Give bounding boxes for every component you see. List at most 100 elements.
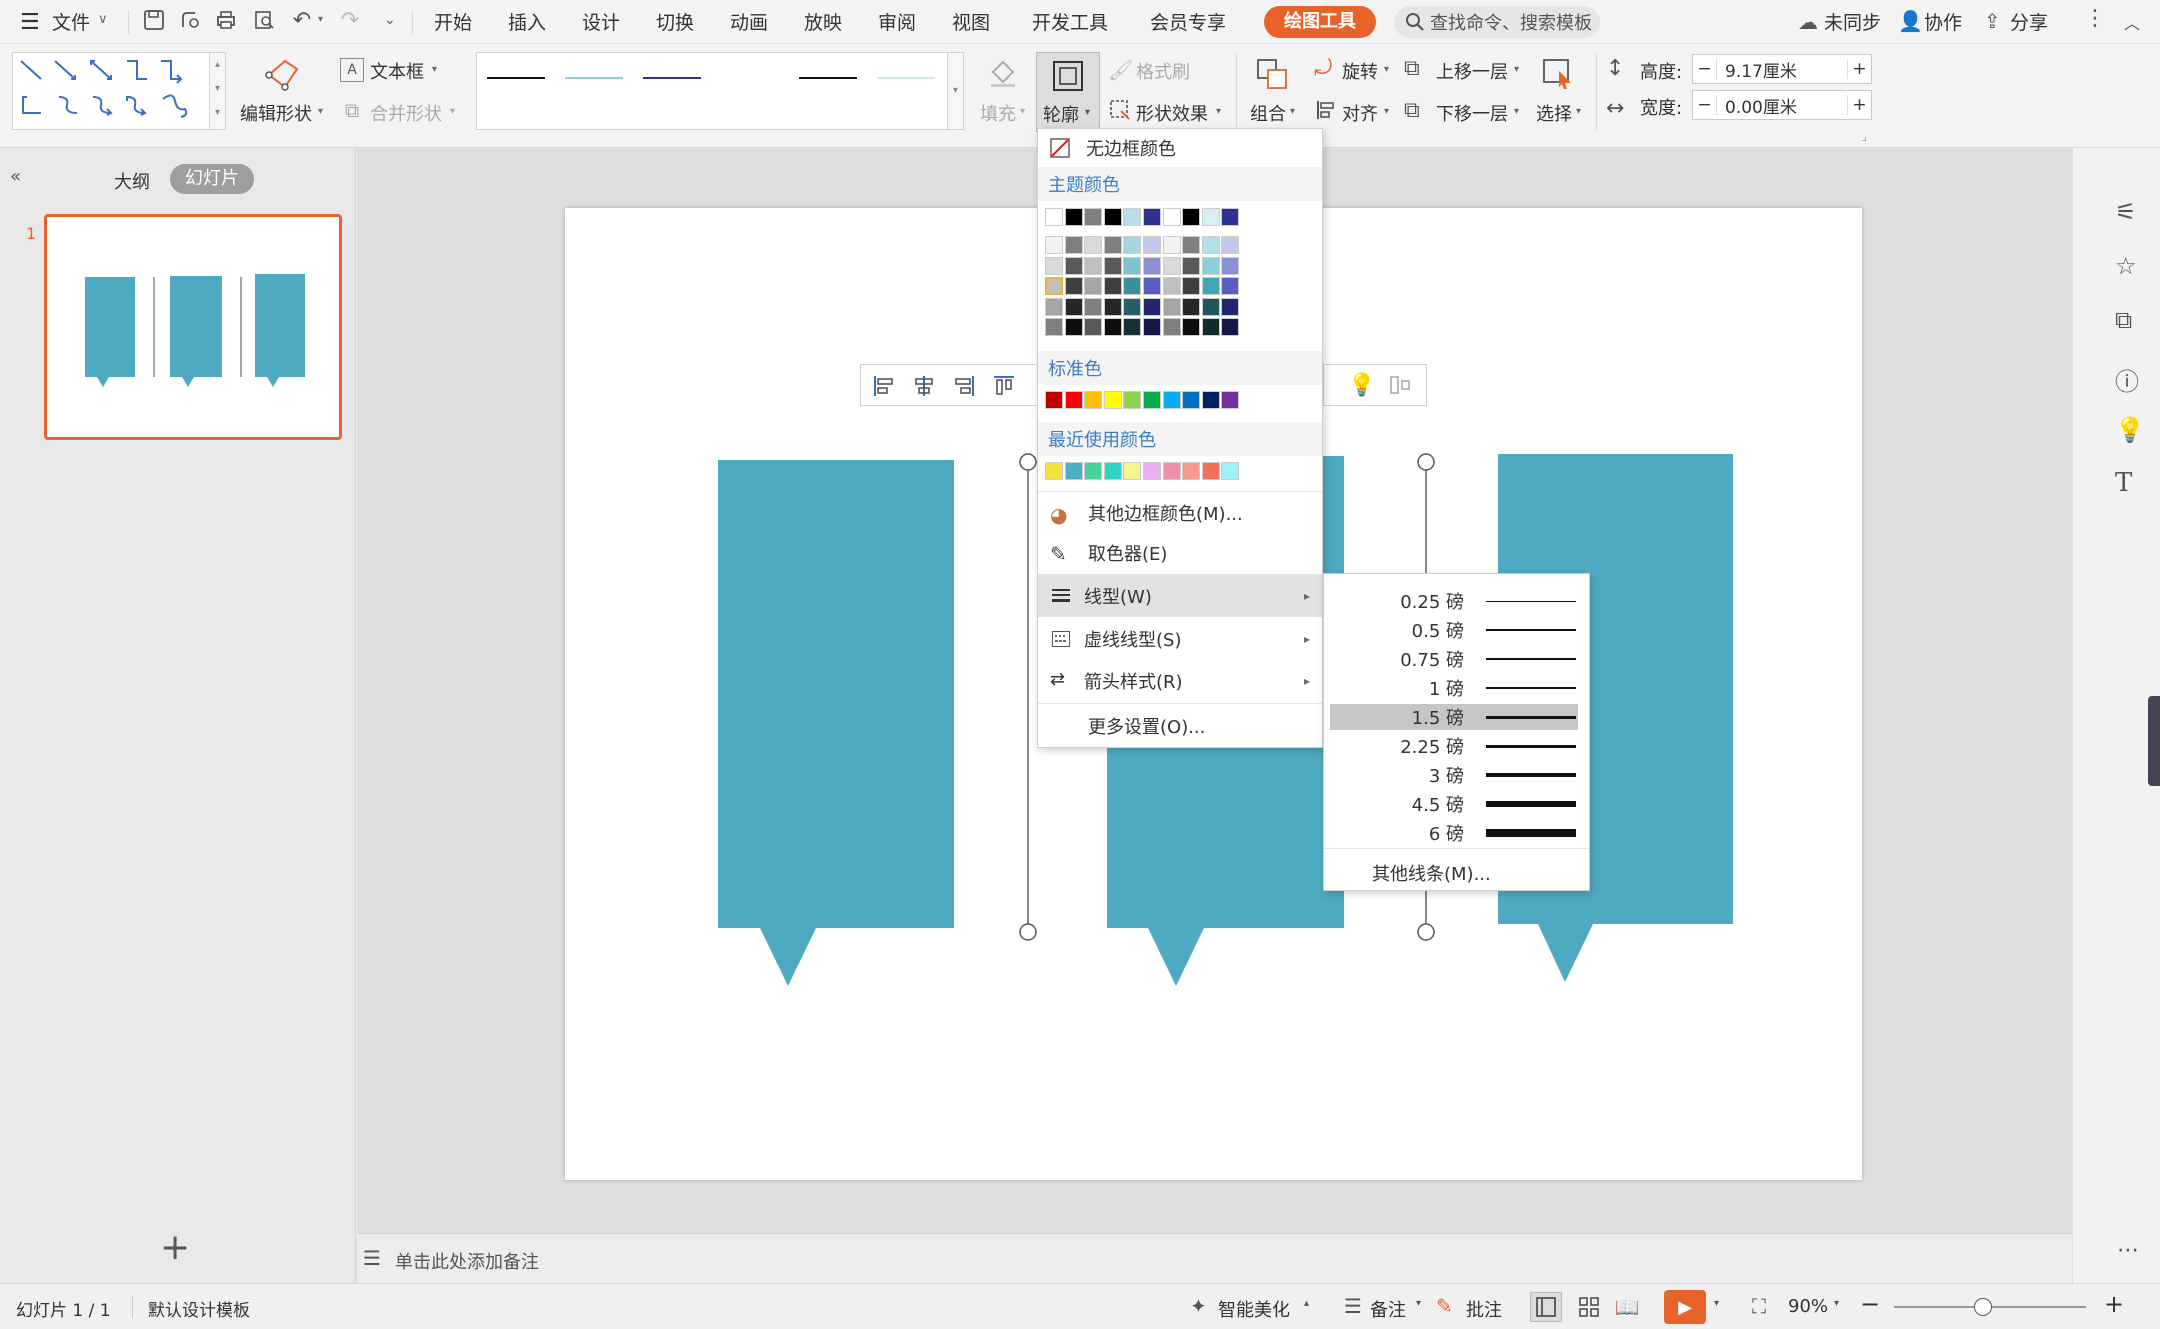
group-icon[interactable] (1254, 56, 1290, 92)
standard-color-swatch[interactable] (1064, 391, 1083, 409)
collapse-panel-icon[interactable]: « (10, 166, 21, 187)
theme-color-swatch[interactable] (1182, 277, 1201, 295)
tab-design[interactable]: 设计 (582, 8, 620, 35)
bring-forward-icon[interactable]: ⧉ (1404, 56, 1420, 81)
no-border-color[interactable]: 无边框颜色 (1038, 129, 1322, 167)
selected-divider-line-1[interactable] (1019, 453, 1037, 941)
tab-slideshow[interactable]: 放映 (804, 8, 842, 35)
chevron-down-icon[interactable]: ▾ (1714, 1298, 1719, 1309)
properties-sliders-icon[interactable]: ⚟ (2115, 198, 2137, 226)
chevron-down-icon[interactable]: ▾ (318, 106, 323, 117)
merge-shape-button[interactable]: 合并形状 (370, 100, 442, 126)
lightbulb-icon[interactable]: 💡 (1348, 373, 1375, 398)
line-weight-option[interactable]: 2.25 磅 (1330, 733, 1578, 759)
gallery-scroll[interactable]: ▴ ▾ ▾ (209, 53, 225, 129)
dash-type-item[interactable]: 虚线线型(S) ▸ (1038, 619, 1322, 659)
redo-icon[interactable]: ↷ (338, 8, 362, 33)
recent-color-swatch[interactable] (1162, 462, 1181, 480)
chevron-down-icon[interactable]: ▾ (1514, 106, 1519, 117)
zoom-out-button[interactable]: − (1860, 1290, 1880, 1318)
notes-toggle-icon[interactable]: ☰ (1344, 1294, 1362, 1318)
transition-icon[interactable]: ⧉ (2115, 306, 2132, 334)
tab-developer[interactable]: 开发工具 (1032, 8, 1108, 35)
line-weight-option[interactable]: 1 磅 (1330, 675, 1578, 701)
align-center-icon[interactable] (911, 373, 937, 399)
chevron-down-icon[interactable]: ▾ (1216, 106, 1221, 117)
theme-color-swatch[interactable] (1162, 318, 1181, 336)
other-lines-item[interactable]: 其他线条(M)... (1372, 860, 1491, 886)
tab-review[interactable]: 审阅 (878, 8, 916, 35)
theme-color-swatch[interactable] (1182, 256, 1201, 275)
align-top-icon[interactable] (991, 373, 1017, 399)
fill-button[interactable]: 填充 (980, 100, 1016, 126)
send-backward-button[interactable]: 下移一层 (1436, 100, 1508, 126)
template-name[interactable]: 默认设计模板 (148, 1296, 250, 1321)
align-left-icon[interactable] (871, 373, 897, 399)
align-icon[interactable] (1314, 98, 1338, 122)
normal-view-icon[interactable] (1530, 1292, 1562, 1322)
tab-slides[interactable]: 幻灯片 (170, 164, 254, 194)
textbox-button[interactable]: 文本框 (370, 58, 424, 84)
line-weight-option[interactable]: 0.25 磅 (1330, 588, 1578, 614)
recent-color-swatch[interactable] (1201, 462, 1220, 480)
theme-color-swatch[interactable] (1103, 277, 1122, 295)
theme-color-swatch[interactable] (1143, 297, 1161, 316)
theme-color-swatch[interactable] (1084, 256, 1103, 275)
theme-color-swatch[interactable] (1064, 277, 1083, 295)
theme-color-swatch[interactable] (1103, 297, 1122, 316)
zoom-in-button[interactable]: + (2104, 1290, 2124, 1318)
rotate-button[interactable]: 旋转 (1342, 58, 1378, 84)
distribute-icon[interactable] (1388, 373, 1412, 397)
standard-color-swatch[interactable] (1162, 391, 1181, 409)
line-shape-gallery[interactable]: ▴ ▾ ▾ (12, 52, 226, 130)
theme-color-swatch[interactable] (1221, 318, 1240, 336)
theme-color-swatch[interactable] (1162, 297, 1181, 316)
eyedropper-item[interactable]: ✎ 取色器(E) (1038, 534, 1322, 572)
slide-thumbnail[interactable] (44, 214, 342, 440)
theme-color-swatch[interactable] (1162, 256, 1181, 275)
chevron-down-icon[interactable]: ▾ (1384, 106, 1389, 117)
theme-color-swatch[interactable] (1123, 318, 1142, 336)
standard-color-swatch[interactable] (1123, 391, 1142, 409)
theme-color-swatch[interactable] (1201, 236, 1220, 254)
shape-effect-icon[interactable] (1108, 98, 1132, 122)
tab-view[interactable]: 视图 (952, 8, 990, 35)
theme-color-swatch[interactable] (1064, 256, 1083, 275)
print-icon[interactable] (214, 8, 238, 32)
fill-bucket-icon[interactable] (986, 56, 1020, 90)
line-weight-option[interactable]: 3 磅 (1330, 762, 1578, 788)
standard-color-swatch[interactable] (1103, 391, 1122, 409)
standard-color-swatch[interactable] (1221, 391, 1240, 409)
width-increment[interactable]: + (1847, 95, 1871, 115)
chevron-down-icon[interactable]: ▾ (1290, 106, 1295, 117)
recent-color-swatch[interactable] (1123, 462, 1142, 480)
height-stepper[interactable]: − 9.17厘米 + (1692, 54, 1872, 84)
beautify-icon[interactable]: ✦ (1190, 1294, 1207, 1318)
theme-color-swatch[interactable] (1045, 208, 1063, 226)
theme-color-swatch[interactable] (1201, 256, 1220, 275)
width-stepper[interactable]: − 0.00厘米 + (1692, 90, 1872, 120)
collab-user-icon[interactable]: 👤 (1898, 9, 1923, 33)
edit-shape-button[interactable]: 编辑形状 (240, 100, 312, 126)
theme-color-swatch[interactable] (1143, 256, 1161, 275)
tab-home[interactable]: 开始 (434, 8, 472, 35)
align-right-icon[interactable] (951, 373, 977, 399)
theme-color-swatch[interactable] (1143, 236, 1161, 254)
theme-color-swatch[interactable] (1064, 318, 1083, 336)
standard-color-swatch[interactable] (1201, 391, 1220, 409)
save-icon[interactable] (142, 8, 166, 32)
theme-color-swatch[interactable] (1084, 208, 1103, 226)
file-menu[interactable]: 文件 (52, 8, 90, 35)
print-preview-icon[interactable] (252, 8, 276, 32)
chevron-down-icon[interactable]: ▾ (432, 64, 437, 75)
gallery-scroll[interactable]: ▾ (947, 53, 963, 129)
theme-color-swatch[interactable] (1103, 208, 1122, 226)
theme-color-swatch[interactable] (1084, 318, 1103, 336)
lightbulb-icon[interactable]: 💡 (2115, 416, 2145, 444)
more-options-icon[interactable]: ⋮ (2084, 6, 2106, 31)
height-decrement[interactable]: − (1693, 59, 1717, 79)
chevron-down-icon[interactable]: ▾ (1416, 1298, 1421, 1309)
select-icon[interactable] (1540, 56, 1576, 92)
tab-member[interactable]: 会员专享 (1150, 8, 1226, 35)
animation-star-icon[interactable]: ☆ (2115, 252, 2137, 280)
